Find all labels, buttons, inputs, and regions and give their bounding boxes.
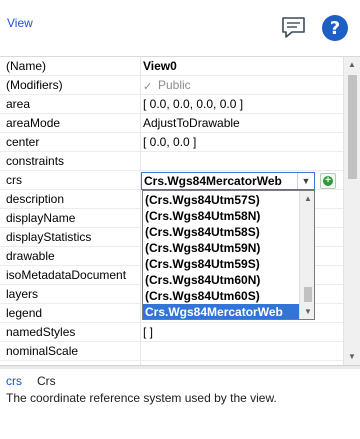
property-value[interactable]: View0 [143,59,177,73]
dropdown-option[interactable]: (Crs.Wgs84Utm58N) [143,208,300,224]
property-name: (Modifiers) [6,78,63,92]
property-value[interactable]: ✓ Public [143,78,191,93]
scroll-down-icon[interactable]: ▼ [300,304,314,319]
property-row-modifiers[interactable]: (Modifiers) ✓ Public [0,76,343,95]
plus-icon: + [323,176,333,186]
help-icon[interactable]: ? [321,14,349,42]
property-row-nominalscale[interactable]: nominalScale [0,342,343,361]
comment-icon[interactable] [281,16,307,40]
scrollbar-thumb[interactable] [348,75,357,179]
dropdown-option[interactable]: (Crs.Wgs84Utm59N) [143,240,300,256]
panel-title: View [7,16,33,30]
dropdown-option[interactable]: (Crs.Wgs84Utm58S) [143,224,300,240]
scroll-up-icon[interactable]: ▲ [300,191,314,206]
property-value[interactable]: [ 0.0, 0.0 ] [143,135,196,149]
property-value[interactable]: AdjustToDrawable [143,116,240,130]
property-name: isoMetadataDocument [6,268,127,282]
property-name: (Name) [6,59,47,73]
dropdown-option-selected[interactable]: Crs.Wgs84MercatorWeb [143,304,300,319]
property-row-namedstyles[interactable]: namedStyles [ ] [0,323,343,342]
dropdown-option[interactable]: (Crs.Wgs84Utm57S) [143,192,300,208]
crs-combobox[interactable]: Crs.Wgs84MercatorWeb ▼ [141,172,315,190]
property-name: displayStatistics [6,230,92,244]
panel-header: View ? [0,0,360,56]
description-panel: crs Crs The coordinate reference system … [0,369,360,439]
property-row-center[interactable]: center [ 0.0, 0.0 ] [0,133,343,152]
description-property-type: Crs [37,374,56,388]
grid-scrollbar[interactable]: ▲ ▼ [343,57,360,365]
dropdown-option[interactable]: (Crs.Wgs84Utm60S) [143,288,300,304]
crs-combobox-value[interactable]: Crs.Wgs84MercatorWeb [144,174,282,188]
property-name: namedStyles [6,325,76,339]
svg-text:?: ? [330,18,340,39]
property-name: description [6,192,65,206]
dropdown-scrollbar[interactable]: ▲ ▼ [299,191,314,319]
scroll-down-icon[interactable]: ▼ [344,349,360,365]
property-grid: (Name) View0 (Modifiers) ✓ Public area [ … [0,56,360,365]
description-text: The coordinate reference system used by … [6,391,277,405]
property-name: area [6,97,31,111]
add-button[interactable]: + [320,173,336,189]
property-name: drawable [6,249,55,263]
property-name: nominalScale [6,344,79,358]
property-name: layers [6,287,39,301]
checkmark-icon[interactable]: ✓ [143,82,154,93]
description-property-name: crs [6,374,22,388]
property-name: legend [6,306,43,320]
dropdown-option[interactable]: (Crs.Wgs84Utm60N) [143,272,300,288]
property-row-constraints[interactable]: constraints [0,152,343,171]
property-row-area[interactable]: area [ 0.0, 0.0, 0.0, 0.0 ] [0,95,343,114]
property-row-areamode[interactable]: areaMode AdjustToDrawable [0,114,343,133]
scrollbar-thumb[interactable] [304,287,312,302]
property-name: center [6,135,40,149]
property-name: areaMode [6,116,61,130]
property-value[interactable]: [ ] [143,325,153,339]
property-name: displayName [6,211,76,225]
dropdown-option[interactable]: (Crs.Wgs84Utm59S) [143,256,300,272]
crs-dropdown-list[interactable]: (Crs.Wgs84Utm57S) (Crs.Wgs84Utm58N) (Crs… [142,190,315,320]
property-name: constraints [6,154,65,168]
property-name: crs [6,173,22,187]
scroll-up-icon[interactable]: ▲ [344,57,360,73]
property-row-name[interactable]: (Name) View0 [0,57,343,76]
modifier-value: Public [158,78,191,92]
property-value[interactable]: [ 0.0, 0.0, 0.0, 0.0 ] [143,97,243,111]
chevron-down-icon[interactable]: ▼ [297,173,314,189]
